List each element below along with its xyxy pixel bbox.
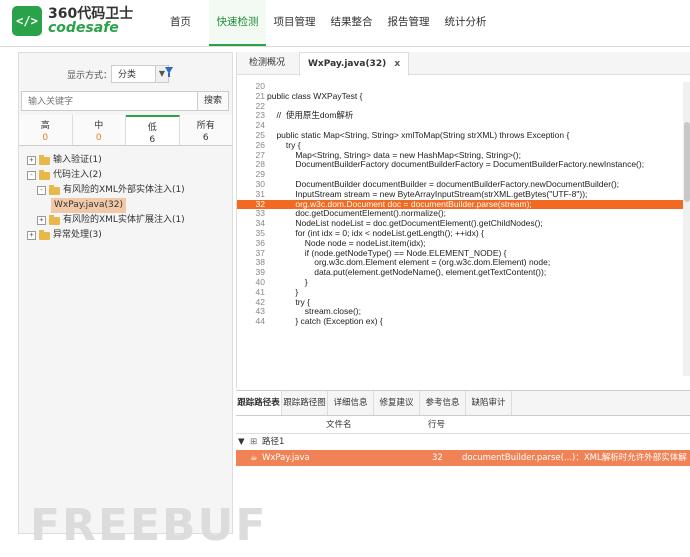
line-text: public static Map<String, String> xmlToM…	[267, 129, 570, 140]
logo-title: 360代码卫士	[48, 6, 134, 22]
code-editor[interactable]: 20 21 public class WXPayTest {22 23 // 使用原生…	[237, 82, 690, 376]
path-row[interactable]: ▼ ⊞ 路径1	[236, 434, 690, 450]
row-file: WxPay.java	[262, 453, 310, 463]
line-text: // 使用原生dom解析	[267, 110, 354, 121]
path-label: 路径1	[262, 437, 285, 447]
tab-details[interactable]: 详细信息	[328, 391, 374, 415]
tab-trace-graph[interactable]: 跟踪路径图	[282, 391, 328, 415]
row-desc: documentBuilder.parse(...)：XML解析时允许外部实体解…	[462, 453, 687, 479]
folder-icon	[39, 229, 50, 240]
folder-icon	[39, 154, 50, 165]
code-panel: 检测概况 WxPay.java(32) x 20 21 public class W…	[236, 52, 690, 388]
bottom-tabs: 跟踪路径表 跟踪路径图 详细信息 修复建议 参考信息 缺陷审计	[236, 391, 690, 416]
nav-projects[interactable]: 项目管理	[266, 0, 323, 46]
nav-reports[interactable]: 报告管理	[380, 0, 437, 46]
expand-icon[interactable]: +	[37, 216, 46, 225]
code-line: 44 } catch (Exception ex) {	[237, 316, 690, 327]
search-input[interactable]	[22, 92, 200, 112]
tab-severity-high[interactable]: 高 0	[19, 115, 73, 145]
collapse-icon[interactable]: -	[27, 171, 36, 180]
code-line: 40 }	[237, 277, 690, 288]
search-button[interactable]: 搜索	[197, 92, 228, 110]
tree-node-input-validation[interactable]: + 输入验证(1)	[27, 153, 185, 168]
nav-statistics[interactable]: 统计分析	[437, 0, 494, 46]
tree-node-xml-entity-expansion[interactable]: + 有风险的XML实体扩展注入(1)	[27, 213, 185, 228]
code-line: 28 DocumentBuilderFactory documentBuilde…	[237, 160, 690, 170]
display-mode-row: 显示方式： 分类 ▼	[19, 65, 232, 85]
code-tabs: 检测概况 WxPay.java(32) x	[237, 52, 690, 76]
app-logo[interactable]: </> 360代码卫士 codesafe	[12, 6, 133, 36]
expand-arrow-icon[interactable]: ▼	[238, 434, 245, 450]
code-scrollbar[interactable]	[683, 82, 690, 376]
logo-subtitle: codesafe	[48, 20, 119, 36]
table-header: 文件名 行号	[236, 417, 690, 434]
watermark: FREEBUF	[30, 500, 268, 551]
trace-panel: 跟踪路径表 跟踪路径图 详细信息 修复建议 参考信息 缺陷审计 文件名 行号 ▼…	[236, 390, 690, 557]
folder-icon	[49, 184, 60, 195]
display-mode-select[interactable]: 分类 ▼	[111, 65, 169, 83]
nav-quick-scan[interactable]: 快速检测	[209, 0, 266, 46]
path-icon: ⊞	[250, 437, 258, 447]
line-text: } catch (Exception ex) {	[267, 316, 383, 327]
line-text: data.put(element.getNodeName(), element.…	[267, 267, 547, 278]
tab-file[interactable]: WxPay.java(32) x	[299, 52, 410, 76]
tree-node-xxe[interactable]: - 有风险的XML外部实体注入(1)	[27, 183, 185, 198]
folder-icon	[39, 169, 50, 180]
tab-severity-medium[interactable]: 中 0	[72, 115, 126, 145]
col-line: 行号	[428, 420, 446, 430]
tab-severity-all[interactable]: 所有 6	[179, 115, 232, 145]
close-icon[interactable]: x	[394, 59, 400, 69]
main-nav: 首页 快速检测 项目管理 结果整合 报告管理 统计分析	[152, 0, 494, 46]
left-panel: 显示方式： 分类 ▼ 搜索 高 0 中 0 低 6 所有 6 +	[18, 52, 233, 534]
folder-icon	[49, 214, 60, 225]
tab-severity-low[interactable]: 低 6	[126, 115, 180, 145]
issue-tree: + 输入验证(1) - 代码注入(2) - 有风险的XML外部实体注入(1) W…	[27, 153, 185, 243]
code-line: 25 public static Map<String, String> xml…	[237, 129, 690, 141]
line-text: DocumentBuilderFactory documentBuilderFa…	[267, 159, 645, 170]
tab-defect-audit[interactable]: 缺陷审计	[466, 391, 512, 415]
display-mode-label: 显示方式：	[67, 71, 113, 81]
scroll-thumb[interactable]	[684, 122, 690, 202]
tree-node-exception-handling[interactable]: + 异常处理(3)	[27, 228, 185, 243]
java-file-icon: ☕	[250, 453, 258, 463]
code-logo-icon: </>	[12, 6, 42, 36]
nav-home[interactable]: 首页	[152, 0, 209, 46]
code-line: 23 // 使用原生dom解析	[237, 111, 690, 121]
tab-overview[interactable]: 检测概况	[241, 52, 293, 74]
tab-fix-advice[interactable]: 修复建议	[374, 391, 420, 415]
top-bar: </> 360代码卫士 codesafe 首页 快速检测 项目管理 结果整合 报…	[0, 0, 690, 47]
tab-references[interactable]: 参考信息	[420, 391, 466, 415]
expand-icon[interactable]: +	[27, 231, 36, 240]
col-file: 文件名	[326, 420, 352, 430]
table-row[interactable]: ☕ WxPay.java 32 documentBuilder.parse(..…	[236, 450, 690, 479]
line-text: public class WXPayTest {	[267, 90, 363, 101]
file-label: WxPay.java(32)	[51, 198, 126, 213]
row-line: 32	[432, 453, 443, 463]
tree-node-code-injection[interactable]: - 代码注入(2)	[27, 168, 185, 183]
tab-trace-table[interactable]: 跟踪路径表	[236, 391, 282, 415]
line-number: 44	[255, 316, 265, 327]
search-box: 搜索	[21, 91, 229, 112]
expand-icon[interactable]: +	[27, 156, 36, 165]
code-line: 21 public class WXPayTest {	[237, 90, 690, 102]
nav-results[interactable]: 结果整合	[323, 0, 380, 46]
tree-node-file[interactable]: WxPay.java(32)	[27, 198, 185, 213]
severity-tabs: 高 0 中 0 低 6 所有 6	[19, 115, 232, 146]
collapse-icon[interactable]: -	[37, 186, 46, 195]
